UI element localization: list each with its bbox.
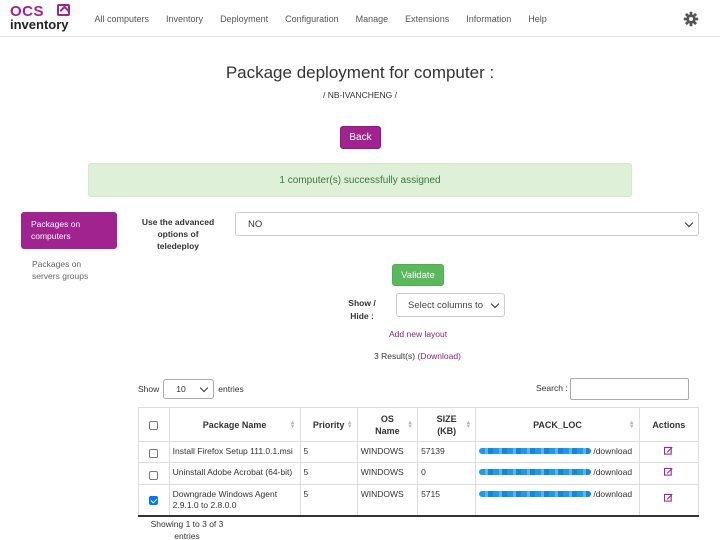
column-header-pack-loc[interactable]: PACK_LOC ▲ ▼ — [475, 407, 640, 442]
entries-value: 10 — [176, 384, 186, 394]
chevron-down-icon — [684, 218, 694, 228]
table-row: Uninstall Adobe Acrobat (64-bit) 5 WINDO… — [138, 462, 700, 485]
nav-deployment[interactable]: Deployment — [212, 14, 277, 24]
page-title: Package deployment for computer : — [225, 63, 495, 82]
pack-loc-cell: /download — [475, 462, 640, 485]
redacted-url — [479, 490, 592, 497]
package-name-cell: Uninstall Adobe Acrobat (64-bit) — [168, 462, 301, 485]
column-header-label: PACK_LOC — [533, 419, 582, 430]
teledeploy-value: NO — [248, 218, 263, 230]
column-header-label: Priority — [312, 419, 345, 430]
entries-label: entries — [218, 384, 244, 394]
column-header-package-name[interactable]: Package Name ▲ ▼ — [168, 407, 301, 442]
package-name-cell: Downgrade Windows Agent 2.9.1.0 to 2.8.0… — [168, 483, 301, 516]
show-label: Show — [138, 384, 160, 394]
actions-cell — [638, 483, 700, 516]
sidebar-item-packages-on-computers[interactable]: Packages on computers — [21, 212, 117, 249]
entries-control: Show 10 entries — [138, 379, 244, 399]
teledeploy-label: Use the advanced options of teledeploy — [141, 217, 215, 251]
results-count: 3 Result(s) (Download) — [374, 351, 461, 361]
column-header-label: SIZE (KB) — [436, 413, 457, 436]
nav-information[interactable]: Information — [458, 14, 520, 24]
edit-icon[interactable] — [664, 446, 673, 455]
column-header-actions: Actions — [638, 407, 700, 442]
select-all-checkbox[interactable] — [149, 420, 159, 430]
column-header-os-name[interactable]: OS Name ▲ ▼ — [356, 407, 419, 442]
column-header-label: OS Name — [375, 413, 400, 436]
search-label: Search : — [536, 383, 568, 393]
table-row: Downgrade Windows Agent 2.9.1.0 to 2.8.0… — [138, 483, 700, 516]
os-name-cell: WINDOWS — [356, 462, 419, 485]
chevron-down-icon — [200, 383, 209, 393]
pack-loc-cell: /download — [475, 440, 640, 464]
add-new-layout-link[interactable]: Add new layout — [389, 329, 447, 339]
redacted-url — [479, 469, 592, 476]
pack-loc-cell: /download — [475, 483, 640, 516]
row-checkbox[interactable] — [149, 449, 159, 459]
entries-select[interactable]: 10 — [163, 379, 215, 399]
actions-cell — [638, 440, 700, 464]
table-info: Showing 1 to 3 of 3 entries — [150, 519, 224, 540]
priority-cell: 5 — [299, 440, 358, 464]
sidebar-item-packages-on-servers-groups[interactable]: Packages on servers groups — [21, 258, 117, 286]
top-navbar: OCS inventory All computers Inventory De… — [0, 0, 720, 37]
logo-text-inventory: inventory — [10, 17, 69, 32]
columns-select[interactable]: Select columns to — [396, 293, 505, 317]
sort-icon: ▲ ▼ — [407, 420, 414, 430]
row-checkbox-cell — [138, 483, 170, 516]
ocs-logo[interactable]: OCS inventory — [10, 3, 76, 33]
table-row: Install Firefox Setup 111.0.1.msi 5 WIND… — [138, 440, 700, 464]
columns-placeholder: Select columns to — [408, 299, 483, 311]
nav-extensions[interactable]: Extensions — [397, 14, 458, 24]
success-alert: 1 computer(s) successfully assigned — [88, 163, 632, 197]
sort-icon: ▲ ▼ — [628, 420, 635, 430]
column-header-size[interactable]: SIZE (KB) ▲ ▼ — [417, 407, 477, 442]
pack-loc-suffix: /download — [593, 488, 633, 499]
results-text: 3 Result(s) — [374, 351, 416, 361]
back-button[interactable]: Back — [340, 126, 381, 149]
logo-upload-icon — [57, 4, 70, 16]
size-cell: 5715 — [417, 483, 477, 516]
column-header-label: Actions — [652, 419, 686, 430]
show-hide-label: Show / Hide : — [348, 298, 376, 321]
teledeploy-select[interactable]: NO — [235, 212, 699, 236]
package-name-cell: Install Firefox Setup 111.0.1.msi — [168, 440, 301, 464]
redacted-url — [479, 448, 592, 454]
search-input[interactable] — [570, 378, 689, 400]
packages-table: Package Name ▲ ▼ Priority ▲ ▼ OS Name ▲ ▼ SIZE… — [138, 407, 700, 517]
priority-cell: 5 — [299, 462, 358, 485]
validate-button[interactable]: Validate — [392, 264, 444, 286]
column-header-priority[interactable]: Priority ▲ ▼ — [299, 407, 358, 442]
column-header-label: Package Name — [202, 419, 267, 430]
computer-name: / NB-IVANCHENG / — [323, 90, 397, 100]
nav-inventory[interactable]: Inventory — [158, 14, 212, 24]
size-cell: 57139 — [417, 440, 477, 464]
sort-icon: ▲ ▼ — [289, 420, 296, 430]
sort-icon: ▲ ▼ — [346, 420, 353, 430]
nav-manage[interactable]: Manage — [347, 14, 397, 24]
pack-loc-suffix: /download — [593, 446, 633, 456]
actions-cell — [638, 462, 700, 485]
download-link[interactable]: (Download) — [417, 351, 460, 361]
row-checkbox-cell — [138, 462, 170, 485]
sort-icon: ▲ ▼ — [465, 420, 472, 430]
nav-configuration[interactable]: Configuration — [277, 14, 348, 24]
os-name-cell: WINDOWS — [356, 483, 419, 516]
pack-loc-suffix: /download — [593, 467, 633, 478]
edit-icon[interactable] — [664, 493, 673, 502]
row-checkbox-checked[interactable] — [149, 495, 159, 505]
priority-cell: 5 — [299, 483, 358, 516]
row-checkbox-cell — [138, 440, 170, 464]
nav-help[interactable]: Help — [520, 14, 556, 24]
row-checkbox[interactable] — [149, 470, 159, 480]
main-menu: All computers Inventory Deployment Confi… — [86, 0, 555, 37]
edit-icon[interactable] — [664, 467, 673, 476]
size-cell: 0 — [417, 462, 477, 485]
nav-all-computers[interactable]: All computers — [86, 14, 158, 24]
os-name-cell: WINDOWS — [356, 440, 419, 464]
gear-icon[interactable] — [683, 11, 699, 27]
chevron-down-icon — [490, 299, 500, 309]
select-all-header — [138, 407, 170, 442]
